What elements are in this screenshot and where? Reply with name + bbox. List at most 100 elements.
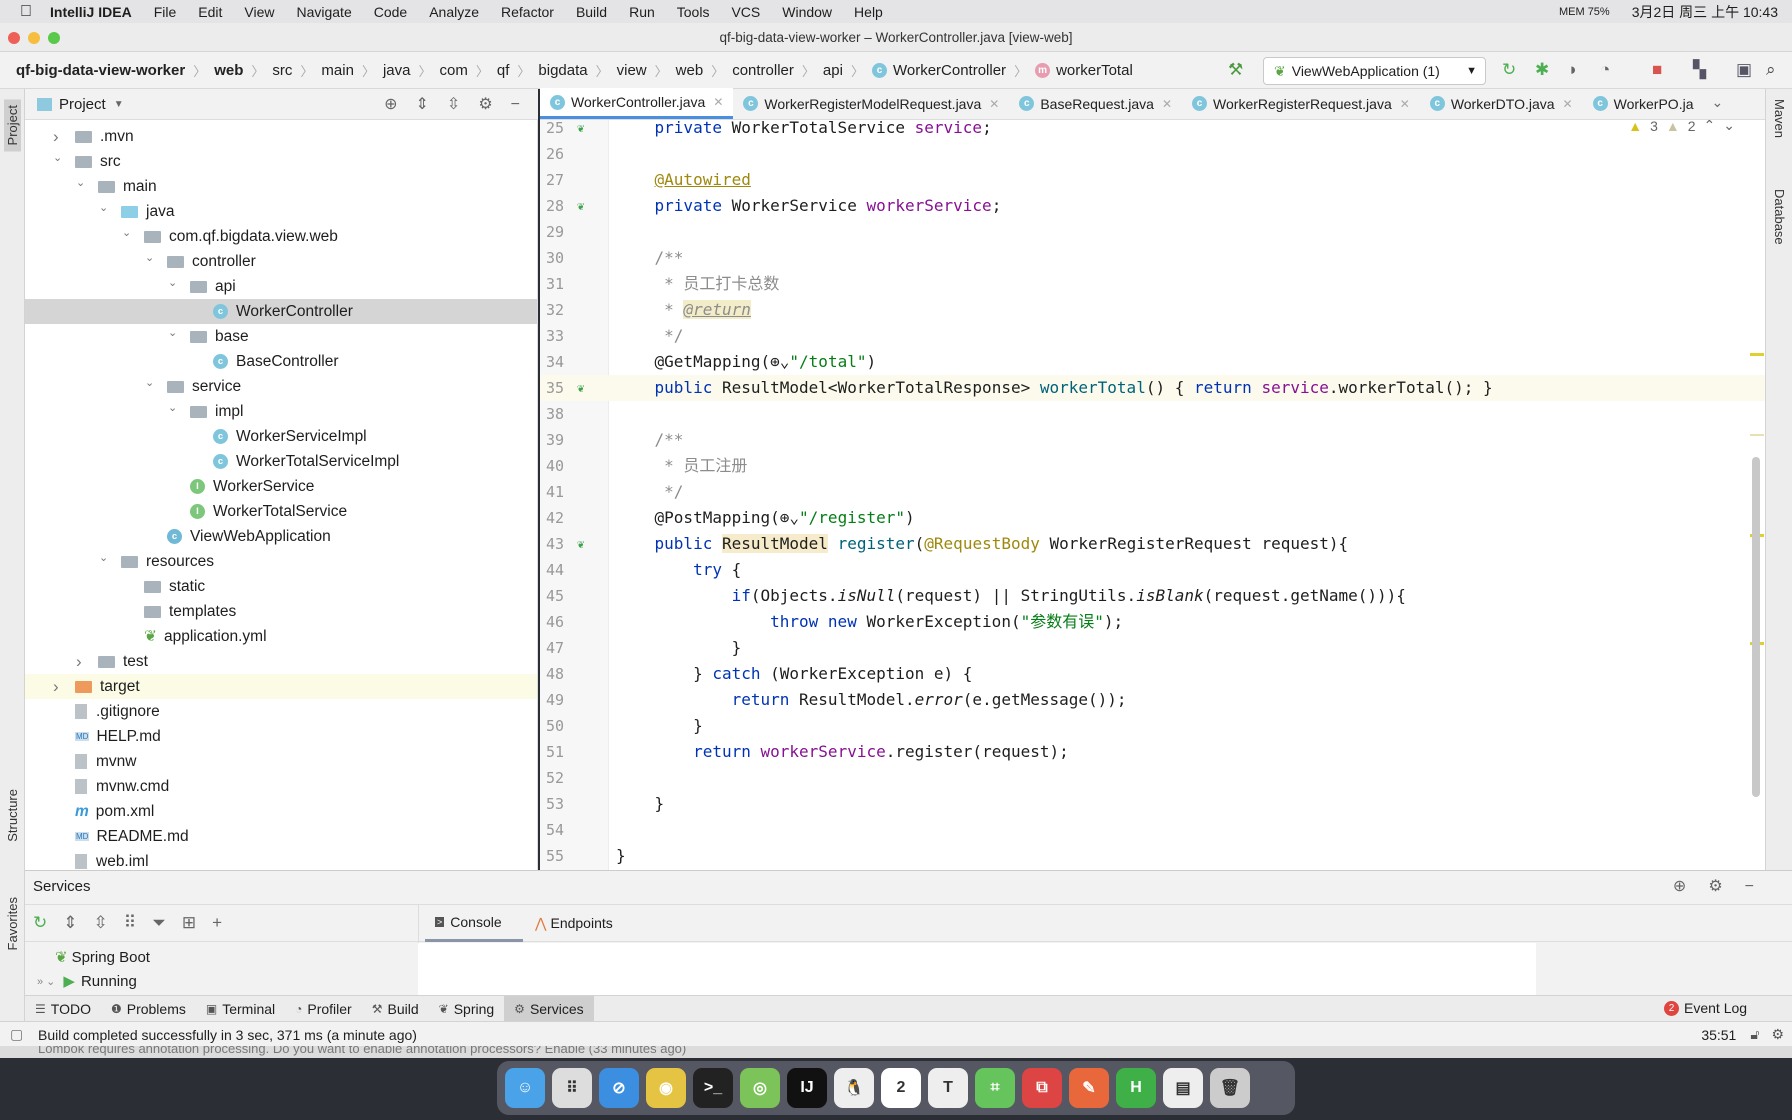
close-tab-icon[interactable]: ✕ — [1563, 97, 1573, 111]
menu-help[interactable]: Help — [854, 4, 883, 20]
menu-tools[interactable]: Tools — [677, 4, 710, 20]
dock-intellij-icon[interactable]: IJ — [787, 1068, 827, 1108]
breadcrumb-item[interactable]: 〉 web — [185, 61, 243, 80]
tree-item[interactable]: MD README.md — [25, 824, 537, 849]
tab-baserequest-java[interactable]: c BaseRequest.java ✕ — [1009, 88, 1182, 119]
dock-preview-icon[interactable]: ▤ — [1163, 1068, 1203, 1108]
tree-item[interactable]: c ViewWebApplication — [25, 524, 537, 549]
web-endpoint-gutter-icon[interactable]: ❦ — [577, 375, 584, 401]
tree-item[interactable]: › test — [25, 649, 537, 674]
line-number[interactable]: 47 — [546, 635, 576, 661]
tree-item[interactable]: ⌄ api — [25, 274, 537, 299]
tab-workerregistermodelrequest-java[interactable]: c WorkerRegisterModelRequest.java ✕ — [733, 88, 1009, 119]
next-highlight-icon[interactable]: ⌄ — [1723, 120, 1735, 134]
line-number[interactable]: 27 — [546, 167, 576, 193]
tool-services[interactable]: ⚙ Services — [504, 995, 594, 1022]
tree-item[interactable]: web.iml — [25, 849, 537, 870]
dock-terminal-icon[interactable]: >_ — [693, 1068, 733, 1108]
chevron-down-icon[interactable]: ⌄ — [168, 276, 177, 289]
chevron-right-icon[interactable]: › — [53, 677, 59, 697]
line-number[interactable]: 32 — [546, 297, 576, 323]
run-configuration-select[interactable]: ❦ ViewWebApplication (1) ▼ — [1263, 57, 1486, 85]
menu-build[interactable]: Build — [576, 4, 607, 20]
line-number[interactable]: 53 — [546, 791, 576, 817]
menu-code[interactable]: Code — [374, 4, 407, 20]
maven-tool-button[interactable]: Maven — [1772, 99, 1787, 138]
breadcrumb-item[interactable]: 〉 web — [647, 61, 704, 80]
line-number[interactable]: 54 — [546, 817, 576, 843]
tree-item[interactable]: mvnw.cmd — [25, 774, 537, 799]
line-number[interactable]: 42 — [546, 505, 576, 531]
breadcrumb-item[interactable]: 〉 bigdata — [509, 61, 587, 80]
tree-item[interactable]: I WorkerTotalService — [25, 499, 537, 524]
line-number[interactable]: 25 — [546, 120, 576, 141]
chevron-right-icon[interactable]: › — [76, 652, 82, 672]
tree-item[interactable]: mvnw — [25, 749, 537, 774]
coverage-icon[interactable]: ◗ — [1568, 60, 1578, 80]
line-number[interactable]: 49 — [546, 687, 576, 713]
menu-vcs[interactable]: VCS — [731, 4, 760, 20]
project-structure-icon[interactable]: ▚ — [1693, 60, 1706, 80]
tabs-overflow-icon[interactable]: ⌄ — [1711, 94, 1723, 111]
console-output[interactable] — [418, 943, 1536, 996]
dock-screen-capture-icon[interactable]: ⌗ — [975, 1068, 1015, 1108]
tree-item[interactable]: ⌄ resources — [25, 549, 537, 574]
line-number[interactable]: 46 — [546, 609, 576, 635]
line-number[interactable]: 30 — [546, 245, 576, 271]
line-number[interactable]: 29 — [546, 219, 576, 245]
gear-icon[interactable]: ⚙ — [478, 96, 510, 113]
tree-item[interactable]: I WorkerService — [25, 474, 537, 499]
expand-all-icon[interactable]: ⇕ — [63, 913, 93, 932]
previous-highlight-icon[interactable]: ⌃ — [1704, 120, 1716, 134]
refresh-icon[interactable]: ↻ — [33, 913, 63, 932]
dock-launchpad-icon[interactable]: ⠿ — [552, 1068, 592, 1108]
line-number[interactable]: 45 — [546, 583, 576, 609]
menu-edit[interactable]: Edit — [198, 4, 222, 20]
toggle-tool-windows-icon[interactable]: ▢ — [10, 1026, 23, 1043]
inspection-widget[interactable]: ▲ 3 ▲ 2 ⌃ ⌄ — [1628, 120, 1735, 134]
chevron-down-icon[interactable]: ⌄ — [99, 551, 108, 564]
tree-item[interactable]: ❦ application.yml — [25, 624, 537, 649]
chevron-down-icon[interactable]: ⌄ — [145, 376, 154, 389]
breadcrumb-item[interactable]: 〉 m workerTotal — [1006, 61, 1133, 80]
chevron-down-icon[interactable]: ⌄ — [53, 151, 62, 164]
apple-icon[interactable]:  — [20, 3, 32, 21]
status-message[interactable]: Build completed successfully in 3 sec, 3… — [38, 1027, 417, 1043]
tree-item-spring-boot[interactable]: ❦ Spring Boot — [55, 948, 150, 967]
dock-calendar-icon[interactable]: 2 — [881, 1068, 921, 1108]
spring-bean-gutter-icon[interactable]: ❦ — [577, 120, 584, 141]
filter-icon[interactable]: ⏷ — [152, 913, 182, 932]
tool-spring[interactable]: ❦ Spring — [429, 996, 505, 1022]
dock-chrome-icon[interactable]: ◉ — [646, 1068, 686, 1108]
tree-item[interactable]: ⌄ src — [25, 149, 537, 174]
tab-console[interactable]: > Console — [425, 904, 523, 942]
breadcrumb-item[interactable]: 〉 src — [243, 61, 292, 80]
menu-refactor[interactable]: Refactor — [501, 4, 554, 20]
dock-safari-icon[interactable]: ⊘ — [599, 1068, 639, 1108]
menu-file[interactable]: File — [154, 4, 177, 20]
hide-icon[interactable]: − — [511, 96, 538, 113]
close-tab-icon[interactable]: ✕ — [989, 97, 999, 111]
tree-item[interactable]: ⌄ com.qf.bigdata.view.web — [25, 224, 537, 249]
breadcrumb-item[interactable]: 〉 main — [292, 61, 354, 80]
tree-item-running[interactable]: » ⌄ ▶ Running — [37, 972, 137, 991]
chevron-down-icon[interactable]: ⌄ — [145, 251, 154, 264]
line-number[interactable]: 48 — [546, 661, 576, 687]
clock[interactable]: 3月2日 周三 上午 10:43 — [1632, 2, 1778, 22]
collapse-all-icon[interactable]: ⇳ — [94, 913, 124, 932]
tree-item[interactable]: ⌄ controller — [25, 249, 537, 274]
line-number[interactable]: 51 — [546, 739, 576, 765]
tool-build[interactable]: ⚒ Build — [362, 996, 429, 1022]
menu-analyze[interactable]: Analyze — [429, 4, 479, 20]
dock-typora-icon[interactable]: T — [928, 1068, 968, 1108]
line-number[interactable]: 52 — [546, 765, 576, 791]
group-by-icon[interactable]: ⠿ — [124, 913, 152, 932]
line-number[interactable]: 43 — [546, 531, 576, 557]
breadcrumb-item[interactable]: 〉 qf — [468, 61, 510, 80]
tab-workerpo-ja[interactable]: c WorkerPO.ja — [1583, 88, 1704, 119]
dock-parallels-icon[interactable]: ⧉ — [1022, 1068, 1062, 1108]
tab-workerdto-java[interactable]: c WorkerDTO.java ✕ — [1420, 88, 1583, 119]
add-icon[interactable]: + — [212, 913, 238, 932]
tool-profiler[interactable]: ◔ Profiler — [285, 996, 362, 1022]
tree-item[interactable]: c WorkerServiceImpl — [25, 424, 537, 449]
